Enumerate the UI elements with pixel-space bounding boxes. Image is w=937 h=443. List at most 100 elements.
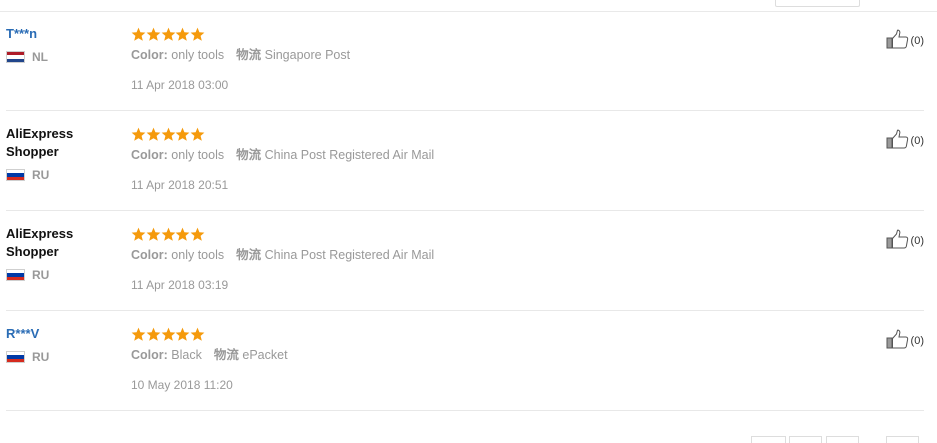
- star-icon: [146, 127, 161, 141]
- review-date: 11 Apr 2018 03:19: [131, 278, 229, 292]
- shipping-method: China Post Registered Air Mail: [264, 148, 435, 162]
- country-code: NL: [32, 50, 48, 64]
- helpful-count: (0): [910, 334, 924, 347]
- shipping-method: Singapore Post: [264, 48, 351, 62]
- shipping-info: 物流 Singapore Post: [236, 48, 350, 62]
- thumbs-up-icon[interactable]: [886, 329, 911, 352]
- helpful-count: (0): [910, 234, 924, 247]
- country-flag-icon: [6, 351, 25, 363]
- reviewer-name[interactable]: T***n: [6, 25, 116, 43]
- star-icon: [176, 127, 190, 141]
- rating-stars: [131, 127, 434, 142]
- star-icon: [190, 227, 205, 241]
- review-content: Color: only tools 物流 China Post Registere…: [131, 227, 434, 293]
- reviewer-name: AliExpress Shopper: [6, 226, 74, 259]
- helpful-button[interactable]: (0): [886, 129, 924, 152]
- reviewer-info: AliExpress Shopper RU: [6, 225, 116, 282]
- star-icon: [146, 327, 161, 341]
- star-icon: [146, 27, 161, 41]
- reviewer-country: RU: [6, 168, 116, 182]
- star-icon: [161, 227, 176, 241]
- thumbs-up-icon[interactable]: [886, 129, 911, 152]
- review-item: T***n NL Color: only tools 物流 Singapore Pos…: [0, 12, 924, 111]
- star-icon: [146, 227, 161, 241]
- star-icon: [176, 227, 190, 241]
- review-content: Color: only tools 物流 Singapore Post 11 Apr…: [131, 27, 350, 93]
- review-content: Color: only tools 物流 China Post Registere…: [131, 127, 434, 193]
- review-item: AliExpress Shopper RU Color: only tools 物流 …: [0, 212, 924, 311]
- prev-page-button[interactable]: [751, 436, 786, 443]
- reviewer-info: T***n NL: [6, 25, 116, 64]
- star-icon: [131, 327, 146, 341]
- reviewer-info: AliExpress Shopper RU: [6, 125, 116, 182]
- page-button[interactable]: [826, 436, 859, 443]
- country-flag-icon: [6, 51, 25, 63]
- thumbs-up-icon[interactable]: [886, 29, 911, 52]
- country-code: RU: [32, 268, 50, 282]
- page-button[interactable]: [789, 436, 822, 443]
- reviewer-info: R***V RU: [6, 325, 116, 364]
- rating-stars: [131, 227, 434, 242]
- star-icon: [176, 327, 190, 341]
- color-label: Color:: [131, 348, 168, 362]
- thumbs-up-icon[interactable]: [886, 229, 911, 252]
- review-divider: [6, 210, 924, 211]
- country-flag-icon: [6, 269, 25, 281]
- order-info: Color: only tools 物流 China Post Registere…: [131, 147, 434, 164]
- country-flag-icon: [6, 169, 25, 181]
- star-icon: [131, 227, 146, 241]
- color-value: only tools: [171, 248, 225, 262]
- review-divider: [6, 410, 924, 411]
- shipping-label: 物流: [236, 48, 262, 62]
- shipping-method: China Post Registered Air Mail: [264, 248, 435, 262]
- star-icon: [176, 27, 190, 41]
- color-value: Black: [171, 348, 202, 362]
- reviewer-name[interactable]: R***V: [6, 325, 116, 343]
- review-date: 11 Apr 2018 03:00: [131, 78, 229, 92]
- reviewer-country: RU: [6, 268, 116, 282]
- helpful-button[interactable]: (0): [886, 229, 924, 252]
- star-icon: [131, 27, 146, 41]
- reviewer-country: NL: [6, 50, 116, 64]
- color-value: only tools: [171, 48, 225, 62]
- order-info: Color: only tools 物流 China Post Registere…: [131, 247, 434, 264]
- shipping-info: 物流 China Post Registered Air Mail: [236, 148, 434, 162]
- star-icon: [131, 127, 146, 141]
- helpful-count: (0): [910, 134, 924, 147]
- star-icon: [161, 127, 176, 141]
- star-icon: [161, 27, 176, 41]
- shipping-info: 物流 China Post Registered Air Mail: [236, 248, 434, 262]
- country-code: RU: [32, 350, 50, 364]
- star-icon: [190, 127, 205, 141]
- review-content: Color: Black 物流 ePacket 10 May 2018 11:20: [131, 327, 288, 393]
- review-date: 11 Apr 2018 20:51: [131, 178, 229, 192]
- shipping-label: 物流: [236, 248, 262, 262]
- review-divider: [6, 110, 924, 111]
- star-icon: [190, 27, 205, 41]
- color-label: Color:: [131, 148, 168, 162]
- helpful-button[interactable]: (0): [886, 329, 924, 352]
- shipping-method: ePacket: [242, 348, 288, 362]
- next-page-button[interactable]: [886, 436, 919, 443]
- shipping-label: 物流: [213, 348, 239, 362]
- rating-stars: [131, 327, 288, 342]
- reviewer-name: AliExpress Shopper: [6, 126, 74, 159]
- order-info: Color: only tools 物流 Singapore Post: [131, 47, 350, 64]
- color-value: only tools: [171, 148, 225, 162]
- country-code: RU: [32, 168, 50, 182]
- star-icon: [190, 327, 205, 341]
- reviewer-country: RU: [6, 350, 116, 364]
- helpful-count: (0): [910, 34, 924, 47]
- order-info: Color: Black 物流 ePacket: [131, 347, 288, 364]
- review-item: R***V RU Color: Black 物流 ePacket 10 May 2018…: [0, 312, 924, 411]
- helpful-button[interactable]: (0): [886, 29, 924, 52]
- rating-stars: [131, 27, 350, 42]
- sort-dropdown-edge[interactable]: [775, 0, 860, 7]
- star-icon: [161, 327, 176, 341]
- shipping-info: 物流 ePacket: [214, 348, 288, 362]
- color-label: Color:: [131, 248, 168, 262]
- review-divider: [6, 310, 924, 311]
- review-date: 10 May 2018 11:20: [131, 378, 233, 392]
- color-label: Color:: [131, 48, 168, 62]
- shipping-label: 物流: [236, 148, 262, 162]
